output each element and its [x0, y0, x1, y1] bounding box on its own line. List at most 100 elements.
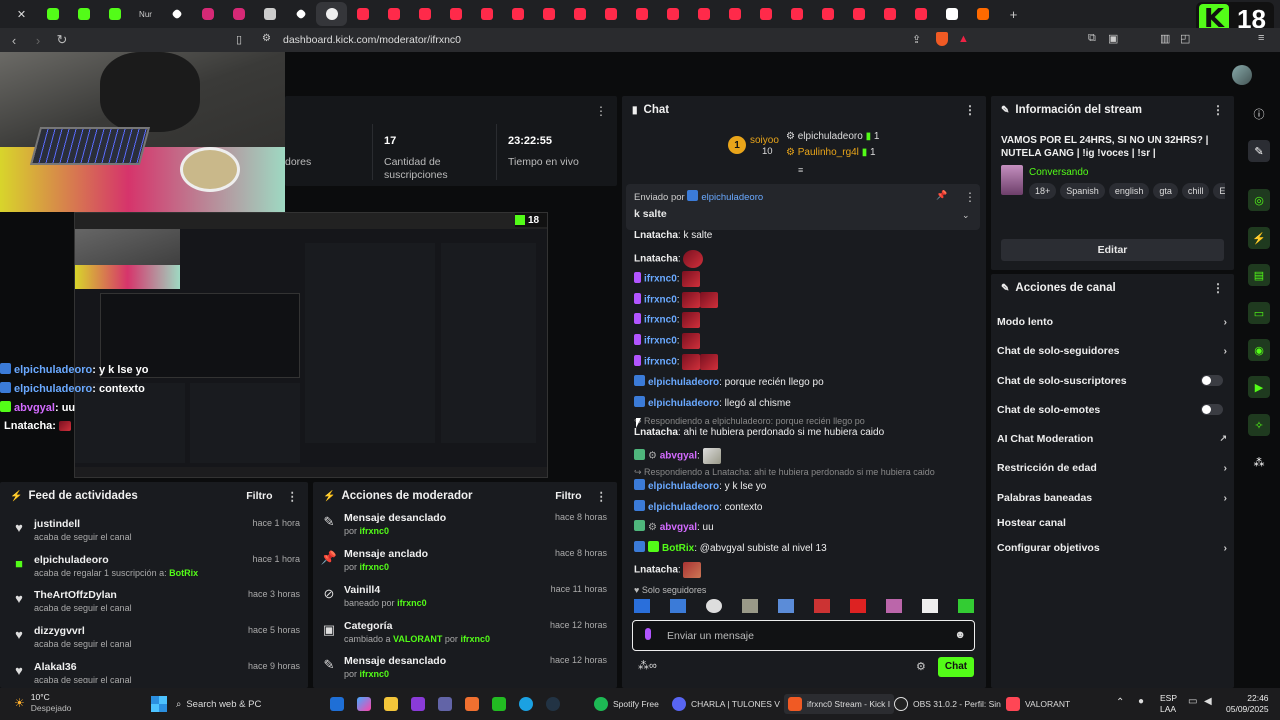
chat-message[interactable]: ifrxnc0:: [634, 271, 701, 287]
taskbar-spotify[interactable]: Spotify Free: [594, 694, 659, 714]
tab-yt-3[interactable]: [409, 2, 440, 26]
target-icon[interactable]: ◎: [1248, 189, 1270, 211]
pencil-icon[interactable]: ✎: [1248, 140, 1270, 162]
followers-only-action[interactable]: Chat de solo-seguidores ›: [997, 345, 1227, 357]
tag[interactable]: 18+: [1029, 183, 1057, 199]
video-icon[interactable]: ▶: [1248, 376, 1270, 398]
chat-input[interactable]: Enviar un mensaje ☻: [632, 620, 975, 651]
chat-message[interactable]: Lnatacha: k salte: [634, 230, 712, 241]
tab-yt-5[interactable]: [471, 2, 502, 26]
tab-nur[interactable]: Nur: [130, 2, 161, 26]
reload-icon[interactable]: ↻: [52, 30, 72, 50]
user-avatar[interactable]: [1232, 65, 1252, 85]
mod-item[interactable]: 📌 Mensaje anclado por ifrxnc0 hace 8 hor…: [320, 548, 607, 582]
emoji-icon[interactable]: ☻: [954, 629, 966, 641]
chat-message[interactable]: elpichuladeoro: llegó al chisme: [634, 396, 791, 409]
host-channel-action[interactable]: Hostear canal: [997, 517, 1227, 529]
category-link[interactable]: Conversando: [1029, 167, 1088, 178]
tag[interactable]: chill: [1181, 183, 1210, 199]
bookmark-icon[interactable]: ▯: [236, 33, 242, 46]
tab-yt-16[interactable]: [812, 2, 843, 26]
age-restriction-action[interactable]: Restricción de edad ›: [997, 462, 1227, 474]
chat-tools-icon[interactable]: ⁂∞: [638, 659, 657, 672]
taskbar-discord[interactable]: CHARLA | TULONES V: [672, 694, 780, 714]
app-icon[interactable]: [465, 697, 479, 711]
tool-icon[interactable]: ✧: [1248, 414, 1270, 436]
share-icon[interactable]: ⇪: [912, 33, 921, 46]
emote-image[interactable]: [670, 599, 686, 613]
screenshot-icon[interactable]: ▣: [1108, 32, 1118, 45]
document-icon[interactable]: ▤: [1248, 264, 1270, 286]
chat-menu-icon[interactable]: ⋮: [964, 103, 976, 117]
tab-yt-11[interactable]: [657, 2, 688, 26]
stream-info-menu-icon[interactable]: ⋮: [1212, 103, 1224, 117]
banned-words-action[interactable]: Palabras baneadas ›: [997, 492, 1227, 504]
emotes-only-toggle[interactable]: [1201, 404, 1223, 415]
emote-image[interactable]: [742, 599, 758, 613]
outlook-icon[interactable]: [330, 697, 344, 711]
feed-item[interactable]: ♥ justindell acaba de seguir el canal ha…: [10, 518, 300, 552]
tag[interactable]: english: [1108, 183, 1150, 199]
tab-yt-8[interactable]: [564, 2, 595, 26]
apps-icon[interactable]: ⁂: [1248, 451, 1270, 473]
broadcast-icon[interactable]: ◉: [1248, 339, 1270, 361]
tag[interactable]: gta: [1153, 183, 1178, 199]
start-icon[interactable]: [151, 696, 167, 712]
info-icon[interactable]: ⓘ: [1248, 103, 1270, 125]
configure-goals-action[interactable]: Configurar objetivos ›: [997, 542, 1227, 554]
feed-item[interactable]: ♥ TheArtOffzDylan acaba de seguir el can…: [10, 589, 300, 623]
tag[interactable]: Es: [1213, 183, 1225, 199]
emote-image[interactable]: [850, 599, 866, 613]
emote-image[interactable]: [922, 599, 938, 613]
tab-yt-1[interactable]: [347, 2, 378, 26]
tab-tiktok[interactable]: [936, 2, 967, 26]
tab-yt-18[interactable]: [874, 2, 905, 26]
mod-item[interactable]: ✎ Mensaje desanclado por ifrxnc0 hace 8 …: [320, 512, 607, 546]
pinned-message[interactable]: Enviado por elpichuladeoro k salte 📌 ⋮ ⌄: [626, 184, 980, 230]
feed-item[interactable]: ♥ Alakal36 acaba de seguir el canal hace…: [10, 661, 300, 683]
visual-studio-icon[interactable]: [411, 697, 425, 711]
chat-message[interactable]: ifrxnc0:: [634, 333, 701, 349]
feed-filter-button[interactable]: Filtro: [246, 490, 272, 502]
copilot-icon[interactable]: [357, 697, 371, 711]
app-icon[interactable]: [492, 697, 506, 711]
tab-diamond[interactable]: [285, 2, 316, 26]
tab-kick-2[interactable]: [68, 2, 99, 26]
chat-message[interactable]: ⚙ abvgyal:: [634, 448, 721, 464]
pinned-menu-icon[interactable]: ⋮: [964, 190, 976, 204]
edit-stream-button[interactable]: Editar: [1001, 239, 1224, 261]
taskbar-brave[interactable]: ifrxnc0 Stream - Kick I: [784, 694, 895, 714]
emote-image[interactable]: [886, 599, 902, 613]
tab-yt-7[interactable]: [533, 2, 564, 26]
mod-menu-icon[interactable]: ⋮: [596, 489, 608, 503]
site-settings-icon[interactable]: ⚙: [262, 33, 271, 44]
feed-item[interactable]: ■ elpichuladeoro acaba de regalar 1 susc…: [10, 554, 300, 588]
extensions-icon[interactable]: ⧉: [1088, 32, 1096, 45]
slow-mode-action[interactable]: Modo lento ›: [997, 316, 1227, 328]
tab-yt-12[interactable]: [688, 2, 719, 26]
subscribers-only-action[interactable]: Chat de solo-suscriptores: [997, 375, 1227, 387]
emote-image[interactable]: [814, 599, 830, 613]
tab-brave[interactable]: [967, 2, 998, 26]
chat-message[interactable]: Lnatacha: ahi te hubiera perdonado si me…: [634, 427, 884, 438]
feed-item[interactable]: ♥ dizzygvvrl acaba de seguir el canal ha…: [10, 625, 300, 659]
feed-menu-icon[interactable]: ⋮: [287, 489, 299, 503]
brave-rewards-icon[interactable]: ▲: [958, 33, 969, 45]
emote-image[interactable]: [958, 599, 974, 613]
chat-message[interactable]: ⚙ abvgyal: uu: [634, 520, 714, 533]
ai-moderation-action[interactable]: AI Chat Moderation ↗: [997, 433, 1227, 445]
taskbar-search[interactable]: ⌕ Search web & PC: [176, 693, 282, 715]
mic-icon[interactable]: [645, 628, 651, 640]
channel-actions-menu-icon[interactable]: ⋮: [1212, 281, 1224, 295]
tab-active[interactable]: [316, 2, 347, 26]
tab-yt-4[interactable]: [440, 2, 471, 26]
emote-image[interactable]: [778, 599, 794, 613]
chat-message[interactable]: elpichuladeoro: contexto: [634, 500, 762, 513]
forward-icon[interactable]: ›: [28, 30, 48, 50]
sidebar-icon[interactable]: ▥: [1160, 32, 1170, 45]
language-indicator[interactable]: ESP LAA: [1160, 693, 1177, 715]
chat-message[interactable]: ifrxnc0:: [634, 312, 701, 328]
chat-bubble-icon[interactable]: ▭: [1248, 302, 1270, 324]
clock[interactable]: 22:46 05/09/2025: [1226, 693, 1269, 715]
tab-yt-6[interactable]: [502, 2, 533, 26]
